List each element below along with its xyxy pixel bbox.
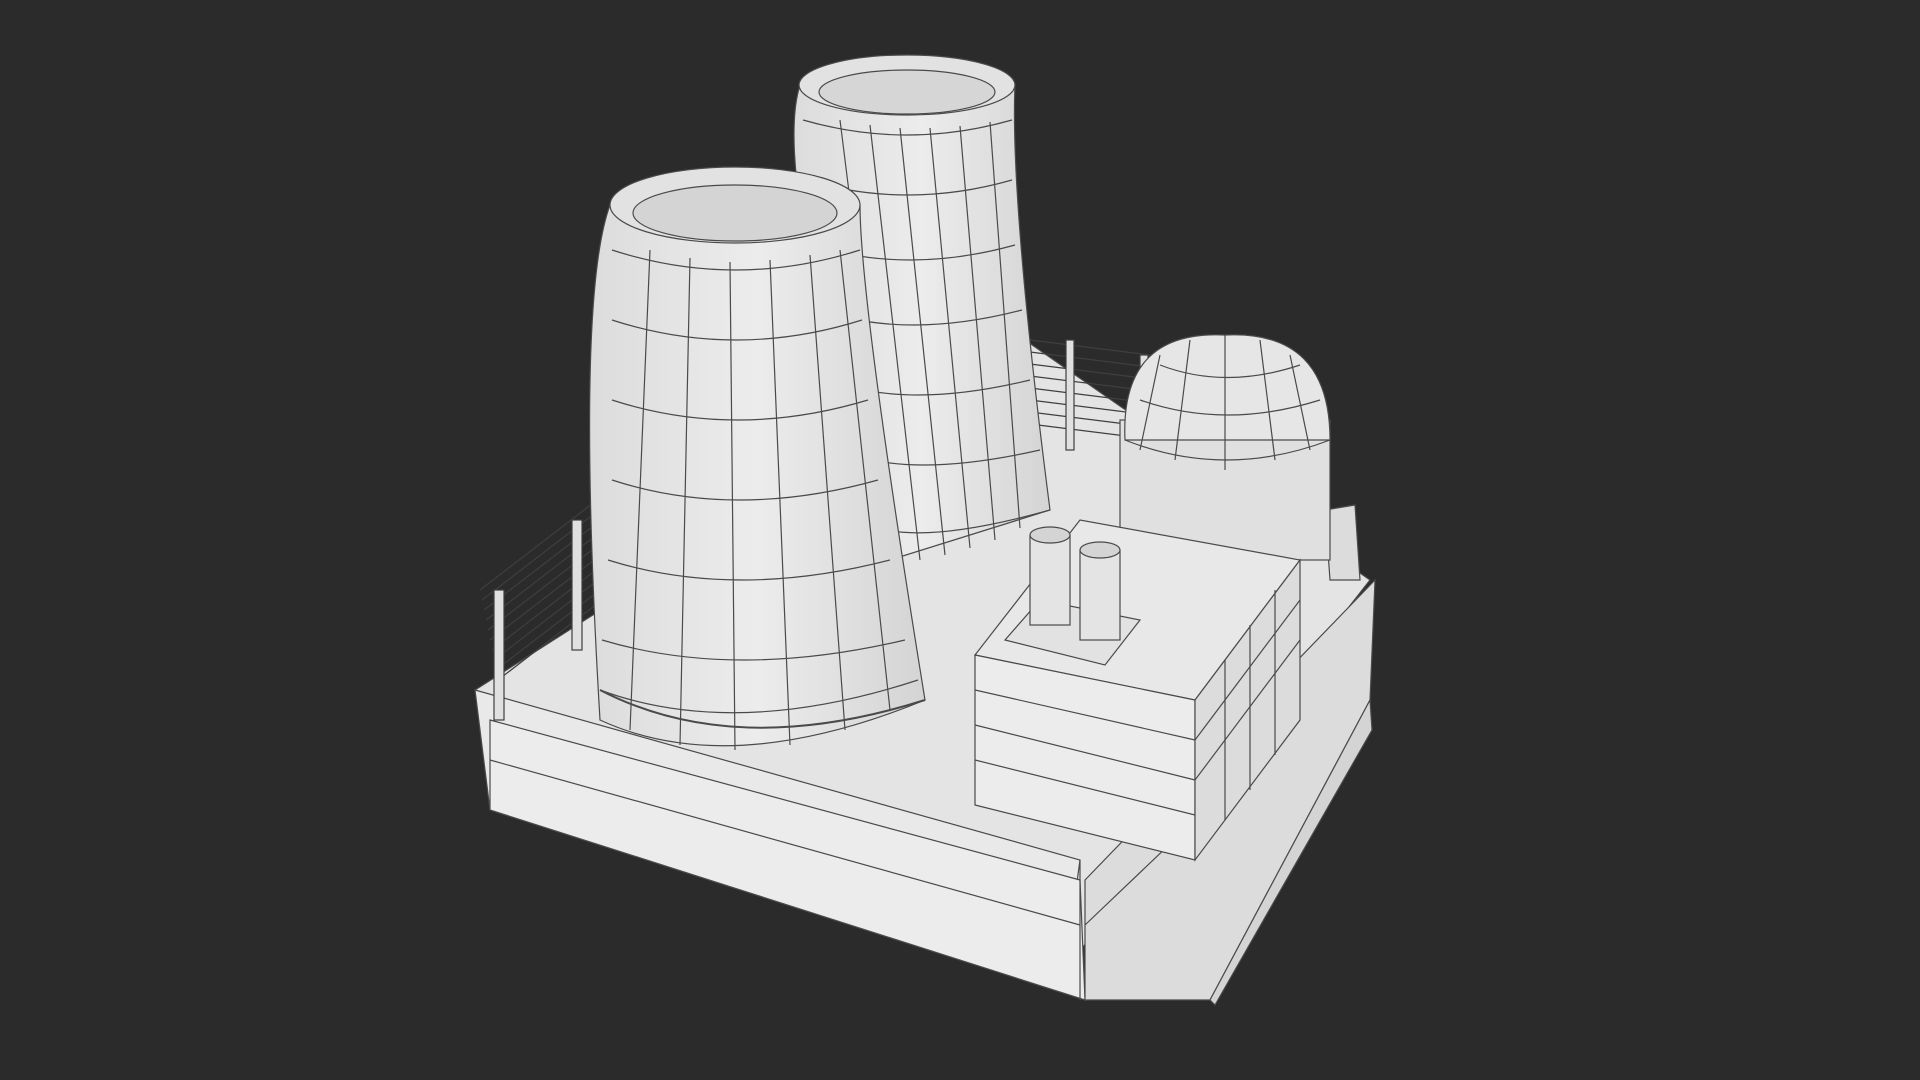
3d-viewport[interactable] (0, 0, 1920, 1080)
wireframe-render (473, 54, 1376, 1006)
reactor-dome (1119, 334, 1331, 561)
